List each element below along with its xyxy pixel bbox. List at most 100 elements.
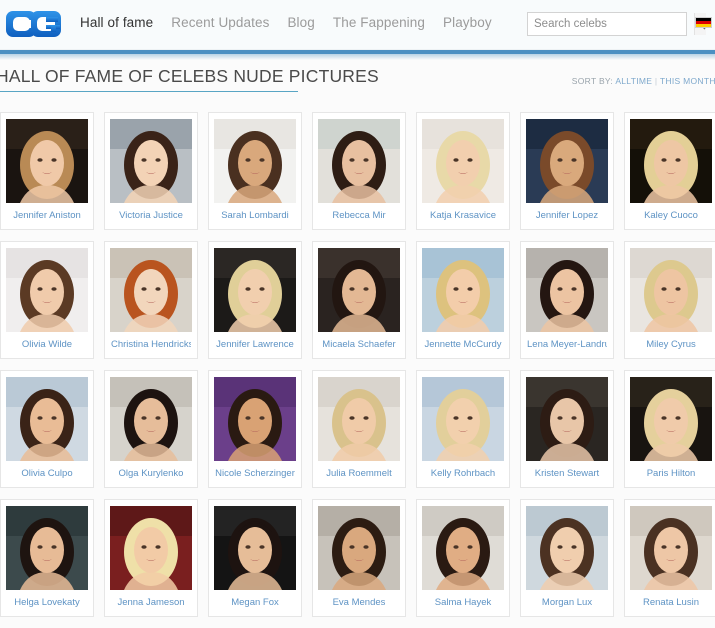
- celebrity-name-link[interactable]: Julia Roemmelt: [319, 461, 399, 487]
- celebrity-name-link[interactable]: Kaley Cuoco: [631, 203, 711, 229]
- celebrity-card[interactable]: Megan Fox: [208, 499, 302, 617]
- celebrity-thumbnail[interactable]: [526, 248, 608, 332]
- celebrity-thumbnail[interactable]: [214, 119, 296, 203]
- celebrity-name-link[interactable]: Katja Krasavice: [423, 203, 503, 229]
- celebrity-thumbnail[interactable]: [630, 248, 712, 332]
- celebrity-card[interactable]: Christina Hendricks: [104, 241, 198, 359]
- celebrity-thumbnail[interactable]: [110, 248, 192, 332]
- nav-item-blog[interactable]: Blog: [287, 15, 314, 30]
- celebrity-name-link[interactable]: Olivia Culpo: [7, 461, 87, 487]
- german-flag-icon[interactable]: [695, 17, 712, 28]
- celebrity-card[interactable]: Morgan Lux: [520, 499, 614, 617]
- celebrity-thumbnail[interactable]: [110, 506, 192, 590]
- celebrity-card[interactable]: Miley Cyrus: [624, 241, 715, 359]
- celebrity-card[interactable]: Katja Krasavice: [416, 112, 510, 230]
- celebrity-name-link[interactable]: Olga Kurylenko: [111, 461, 191, 487]
- celebrity-card[interactable]: Julia Roemmelt: [312, 370, 406, 488]
- celebrity-grid: Jennifer Aniston Victoria Justice Sarah Lo…: [0, 112, 715, 628]
- celebrity-card[interactable]: Renata Lusin: [624, 499, 715, 617]
- sort-separator-1: |: [654, 76, 658, 86]
- celebrity-thumbnail[interactable]: [630, 377, 712, 461]
- celebrity-thumbnail[interactable]: [422, 119, 504, 203]
- celebrity-name-link[interactable]: Helga Lovekaty: [7, 590, 87, 616]
- celebrity-name-link[interactable]: Salma Hayek: [423, 590, 503, 616]
- celebrity-card[interactable]: Olivia Culpo: [0, 370, 94, 488]
- celebrity-thumbnail[interactable]: [6, 377, 88, 461]
- nav-item-the-fappening[interactable]: The Fappening: [333, 15, 425, 30]
- celebrity-card[interactable]: Salma Hayek: [416, 499, 510, 617]
- celebrity-thumbnail[interactable]: [318, 506, 400, 590]
- celebrity-card[interactable]: Kaley Cuoco: [624, 112, 715, 230]
- celebrity-thumbnail[interactable]: [526, 506, 608, 590]
- celebrity-name-link[interactable]: Kristen Stewart: [527, 461, 607, 487]
- celebrity-name-link[interactable]: Morgan Lux: [527, 590, 607, 616]
- celebrity-card[interactable]: Micaela Schaefer: [312, 241, 406, 359]
- celebrity-thumbnail[interactable]: [318, 248, 400, 332]
- celebrity-card[interactable]: Paris Hilton: [624, 370, 715, 488]
- celebrity-thumbnail[interactable]: [6, 119, 88, 203]
- celebrity-thumbnail[interactable]: [110, 119, 192, 203]
- celebrity-card[interactable]: Helga Lovekaty: [0, 499, 94, 617]
- celebrity-name-link[interactable]: Jennette McCurdy: [423, 332, 503, 358]
- celebrity-thumbnail[interactable]: [422, 506, 504, 590]
- celebrity-name-link[interactable]: Kelly Rohrbach: [423, 461, 503, 487]
- celebrity-thumbnail[interactable]: [422, 248, 504, 332]
- celebrity-card[interactable]: Olga Kurylenko: [104, 370, 198, 488]
- sort-option-alltime[interactable]: ALLTIME: [615, 76, 652, 86]
- celebrity-name-link[interactable]: Lena Meyer-Landrut: [527, 332, 607, 358]
- celebrity-name-link[interactable]: Miley Cyrus: [631, 332, 711, 358]
- accent-divider-fade: [0, 54, 715, 60]
- celebrity-name-link[interactable]: Nicole Scherzinger: [215, 461, 295, 487]
- celebrity-card[interactable]: Jennette McCurdy: [416, 241, 510, 359]
- celebrity-thumbnail[interactable]: [422, 377, 504, 461]
- sort-option-this-month[interactable]: THIS MONTH: [660, 76, 715, 86]
- sort-by-controls: SORT BY: ALLTIME | THIS MONTH |: [572, 76, 715, 86]
- celebrity-name-link[interactable]: Jennifer Aniston: [7, 203, 87, 229]
- nav-item-playboy[interactable]: Playboy: [443, 15, 492, 30]
- celebrity-card[interactable]: Jenna Jameson: [104, 499, 198, 617]
- celebrity-thumbnail[interactable]: [214, 248, 296, 332]
- celebrity-card[interactable]: Eva Mendes: [312, 499, 406, 617]
- celebrity-name-link[interactable]: Jennifer Lopez: [527, 203, 607, 229]
- page-title-underline: [0, 91, 298, 92]
- celebrity-thumbnail[interactable]: [6, 506, 88, 590]
- celebrity-name-link[interactable]: Victoria Justice: [111, 203, 191, 229]
- celebrity-card[interactable]: Kristen Stewart: [520, 370, 614, 488]
- celebrity-thumbnail[interactable]: [214, 506, 296, 590]
- celebrity-thumbnail[interactable]: [6, 248, 88, 332]
- celebrity-card[interactable]: Nicole Scherzinger: [208, 370, 302, 488]
- celebrity-thumbnail[interactable]: [526, 119, 608, 203]
- nav-item-recent-updates[interactable]: Recent Updates: [171, 15, 269, 30]
- celebrity-card[interactable]: Victoria Justice: [104, 112, 198, 230]
- celebrity-card[interactable]: Kelly Rohrbach: [416, 370, 510, 488]
- celebrity-card[interactable]: Olivia Wilde: [0, 241, 94, 359]
- celebrity-name-link[interactable]: Micaela Schaefer: [319, 332, 399, 358]
- celebrity-name-link[interactable]: Christina Hendricks: [111, 332, 191, 358]
- celebrity-name-link[interactable]: Jenna Jameson: [111, 590, 191, 616]
- celebrity-name-link[interactable]: Olivia Wilde: [7, 332, 87, 358]
- celebrity-card[interactable]: Jennifer Lopez: [520, 112, 614, 230]
- celebrity-thumbnail[interactable]: [214, 377, 296, 461]
- celebrity-thumbnail[interactable]: [110, 377, 192, 461]
- celebrity-card[interactable]: Jennifer Lawrence: [208, 241, 302, 359]
- celebrity-thumbnail[interactable]: [630, 506, 712, 590]
- celebrity-name-link[interactable]: Megan Fox: [215, 590, 295, 616]
- celebrity-thumbnail[interactable]: [526, 377, 608, 461]
- celebrity-name-link[interactable]: Paris Hilton: [631, 461, 711, 487]
- celebrity-thumbnail[interactable]: [630, 119, 712, 203]
- page-title: HALL OF FAME OF CELEBS NUDE PICTURES: [0, 66, 379, 86]
- celebrity-card[interactable]: Sarah Lombardi: [208, 112, 302, 230]
- celebrity-name-link[interactable]: Renata Lusin: [631, 590, 711, 616]
- celebrity-card[interactable]: Rebecca Mir: [312, 112, 406, 230]
- celebrity-name-link[interactable]: Eva Mendes: [319, 590, 399, 616]
- site-logo[interactable]: [4, 6, 74, 42]
- celebrity-thumbnail[interactable]: [318, 119, 400, 203]
- celebrity-card[interactable]: Jennifer Aniston: [0, 112, 94, 230]
- celebrity-thumbnail[interactable]: [318, 377, 400, 461]
- search-input[interactable]: [528, 13, 694, 35]
- celebrity-name-link[interactable]: Sarah Lombardi: [215, 203, 295, 229]
- celebrity-name-link[interactable]: Rebecca Mir: [319, 203, 399, 229]
- nav-item-hall-of-fame[interactable]: Hall of fame: [80, 15, 153, 30]
- celebrity-card[interactable]: Lena Meyer-Landrut: [520, 241, 614, 359]
- celebrity-name-link[interactable]: Jennifer Lawrence: [215, 332, 295, 358]
